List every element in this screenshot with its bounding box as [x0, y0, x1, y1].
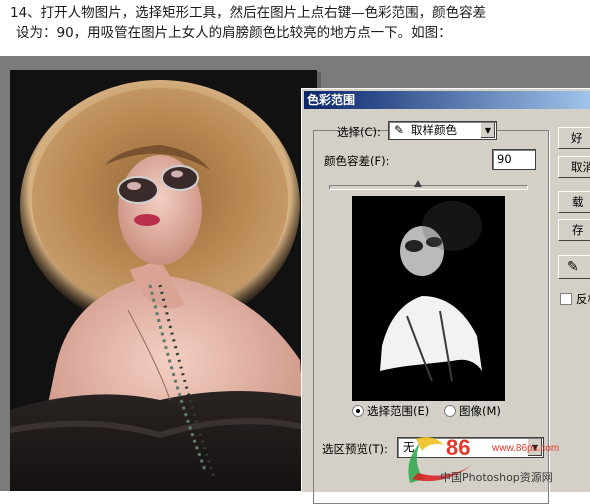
fuzziness-slider[interactable]	[329, 185, 528, 190]
cancel-button[interactable]: 取消	[558, 156, 590, 178]
invert-label: 反相	[576, 292, 590, 306]
eyedropper-icon: ✎	[567, 259, 579, 275]
radio-selection[interactable]	[352, 405, 364, 417]
radio-image[interactable]	[444, 405, 456, 417]
selection-preview	[352, 196, 505, 401]
portrait-illustration	[10, 70, 317, 491]
fuzziness-slider-thumb[interactable]	[413, 180, 422, 187]
eyedropper-icon: ✎	[394, 123, 405, 137]
portrait-photo[interactable]	[10, 70, 317, 491]
load-button[interactable]: 载入...	[558, 191, 590, 213]
preview-mode-label: 选区预览(T):	[322, 442, 388, 456]
fuzziness-input[interactable]: 90	[492, 149, 536, 170]
eyedropper-button[interactable]: ✎	[558, 255, 590, 279]
fuzziness-label: 颜色容差(F):	[324, 154, 390, 168]
chevron-down-icon: ▼	[480, 123, 495, 138]
select-dropdown[interactable]: ✎ 取样颜色 ▼	[388, 121, 497, 140]
invert-checkbox[interactable]	[560, 293, 572, 305]
watermark-brand: 86	[446, 435, 471, 460]
watermark-site: 中国Photoshop资源网	[440, 471, 553, 484]
select-label: 选择(C):	[337, 125, 381, 139]
select-value: 取样颜色	[411, 123, 457, 137]
radio-selection-label: 选择范围(E)	[367, 404, 430, 418]
instruction-line-1: 14、打开人物图片，选择矩形工具，然后在图片上点右键—色彩范围，颜色容差	[10, 5, 487, 21]
preview-mask-image	[352, 196, 505, 401]
instruction-line-2: 设为：90，用吸管在图片上女人的肩膀颜色比较亮的地方点一下。如图：	[16, 25, 452, 41]
instruction-text: 14、打开人物图片，选择矩形工具，然后在图片上点右键—色彩范围，颜色容差 设为：…	[10, 3, 585, 43]
dialog-title[interactable]: 色彩范围	[304, 91, 590, 109]
watermark-url: www.86ps.com	[492, 443, 560, 454]
ok-button[interactable]: 好	[558, 127, 590, 149]
radio-image-label: 图像(M)	[459, 404, 501, 418]
save-button[interactable]: 存储...	[558, 219, 590, 241]
watermark-logo: 86 www.86ps.com 中国Photoshop资源网	[402, 435, 562, 487]
